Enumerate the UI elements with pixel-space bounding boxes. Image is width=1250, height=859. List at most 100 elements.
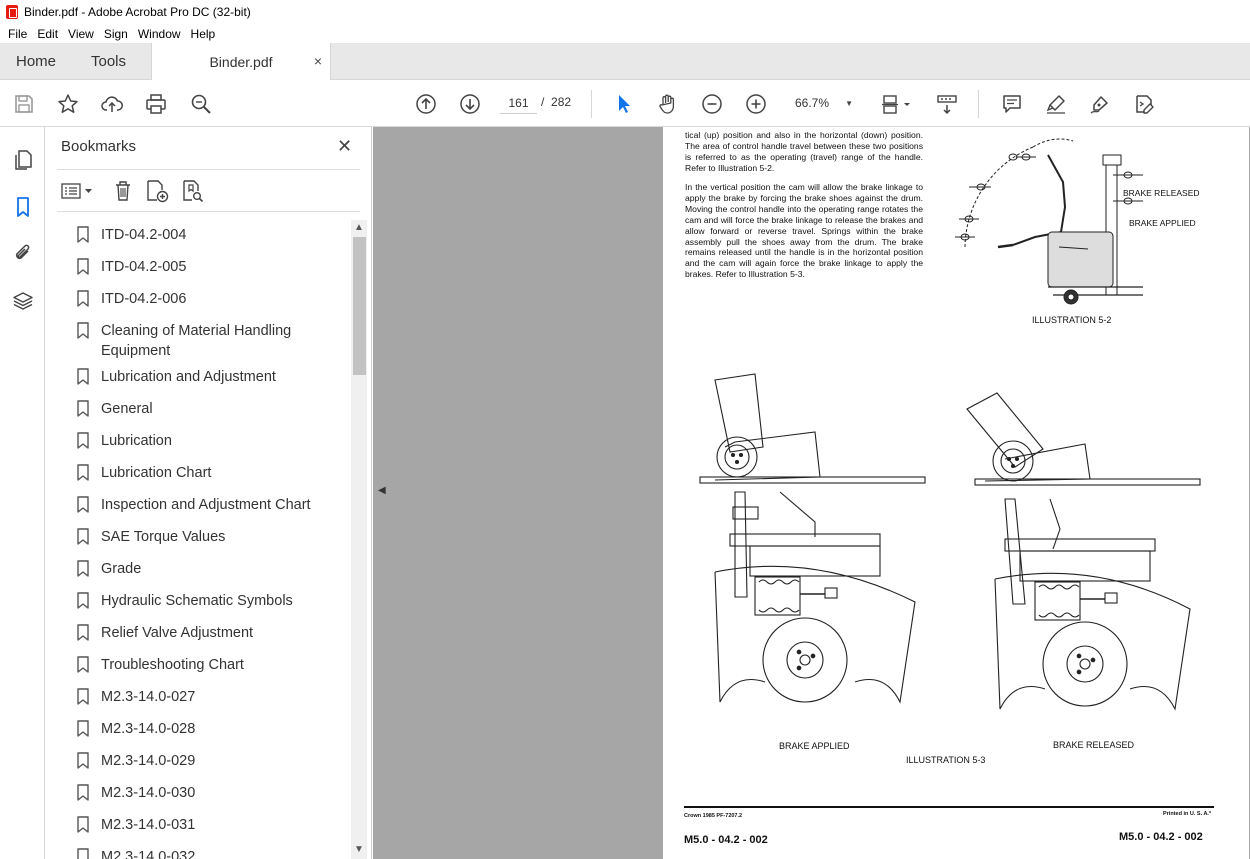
- brake-applied-drawing: [699, 373, 926, 704]
- star-icon[interactable]: [55, 91, 81, 117]
- bookmark-label: Lubrication: [101, 433, 172, 449]
- menu-view[interactable]: View: [63, 27, 99, 41]
- bookmark-icon: [77, 322, 89, 339]
- footer-printed: Printed in U. S. A.*: [1163, 811, 1212, 817]
- bookmark-item[interactable]: M2.3-14.0-030: [77, 783, 347, 803]
- bookmark-item[interactable]: Lubrication Chart: [77, 463, 347, 483]
- highlight-pen-icon[interactable]: [1043, 91, 1069, 117]
- bookmark-options-icon[interactable]: [61, 179, 95, 203]
- upload-cloud-icon[interactable]: [99, 91, 125, 117]
- scroll-up-arrow-icon[interactable]: ▲: [354, 222, 364, 233]
- bookmarks-title: Bookmarks: [61, 138, 137, 155]
- tab-tools[interactable]: Tools: [75, 43, 151, 80]
- tab-document[interactable]: Binder.pdf ×: [151, 43, 331, 81]
- bookmark-label: ITD-04.2-004: [101, 227, 187, 243]
- scroll-down-arrow-icon[interactable]: ▼: [354, 844, 364, 855]
- close-icon[interactable]: ✕: [337, 136, 352, 157]
- menu-help[interactable]: Help: [186, 27, 221, 41]
- window-title: Binder.pdf - Adobe Acrobat Pro DC (32-bi…: [24, 5, 251, 19]
- title-bar: Binder.pdf - Adobe Acrobat Pro DC (32-bi…: [0, 0, 1250, 24]
- caption-illustration-5-2: ILLUSTRATION 5-2: [1032, 315, 1112, 325]
- caption-brake-released: BRAKE RELEASED: [1053, 740, 1135, 750]
- tab-bar: Home Tools Binder.pdf ×: [0, 43, 1250, 81]
- menu-edit[interactable]: Edit: [32, 27, 63, 41]
- sign-pen-icon[interactable]: [1087, 91, 1113, 117]
- bookmark-item[interactable]: ITD-04.2-004: [77, 225, 347, 245]
- bookmark-icon: [77, 624, 89, 641]
- attachments-icon[interactable]: [10, 240, 36, 266]
- edit-pdf-icon[interactable]: [1131, 91, 1157, 117]
- bookmark-item[interactable]: Troubleshooting Chart: [77, 655, 347, 675]
- bookmark-icon: [77, 528, 89, 545]
- bookmark-item[interactable]: M2.3-14.0-029: [77, 751, 347, 771]
- menu-sign[interactable]: Sign: [99, 27, 133, 41]
- save-icon[interactable]: [11, 91, 37, 117]
- collapse-panel-arrow-icon[interactable]: ◀: [378, 485, 386, 496]
- caption-brake-applied: BRAKE APPLIED: [779, 741, 850, 751]
- bookmark-item[interactable]: M2.3-14.0-031: [77, 815, 347, 835]
- bookmark-label: M2.3-14.0-030: [101, 785, 196, 801]
- menu-window[interactable]: Window: [133, 27, 186, 41]
- bookmark-icon: [77, 464, 89, 481]
- page-thumbnails-icon[interactable]: [10, 147, 36, 173]
- bookmark-item[interactable]: Lubrication and Adjustment: [77, 367, 347, 387]
- bookmark-icon: [77, 400, 89, 417]
- tab-close-icon[interactable]: ×: [314, 53, 322, 69]
- hand-tool-icon[interactable]: [655, 91, 681, 117]
- bookmark-item[interactable]: Inspection and Adjustment Chart: [77, 495, 347, 515]
- bookmark-item[interactable]: Grade: [77, 559, 347, 579]
- page-count: / 282: [541, 95, 571, 109]
- bookmark-item[interactable]: ITD-04.2-006: [77, 289, 347, 309]
- legend-brake-released: BRAKE RELEASED: [1123, 188, 1200, 198]
- bookmark-item[interactable]: Cleaning of Material Handling Equipment: [77, 321, 347, 361]
- bookmark-item[interactable]: Relief Valve Adjustment: [77, 623, 347, 643]
- bookmark-label: Troubleshooting Chart: [101, 657, 244, 673]
- bookmark-item[interactable]: ITD-04.2-005: [77, 257, 347, 277]
- page-number-input[interactable]: [500, 92, 537, 114]
- pdf-page: tical (up) position and also in the hori…: [663, 127, 1249, 859]
- print-icon[interactable]: [143, 91, 169, 117]
- bookmark-icon: [77, 848, 89, 859]
- document-viewport[interactable]: ◀ tical (up) position and also in the ho…: [373, 127, 1250, 859]
- bookmark-item[interactable]: SAE Torque Values: [77, 527, 347, 547]
- zoom-out-icon[interactable]: [699, 91, 725, 117]
- next-page-icon[interactable]: [457, 91, 483, 117]
- comment-icon[interactable]: [999, 91, 1025, 117]
- chevron-down-icon: ▼: [845, 98, 853, 108]
- bookmark-item[interactable]: M2.3-14.0-032: [77, 847, 347, 859]
- scroll-thumb[interactable]: [353, 237, 366, 375]
- layers-icon[interactable]: [10, 288, 36, 314]
- bookmark-icon: [77, 656, 89, 673]
- find-bookmark-icon[interactable]: [181, 179, 205, 203]
- bookmark-icon: [77, 258, 89, 275]
- bookmark-icon: [77, 784, 89, 801]
- body-paragraph: In the vertical position the cam will al…: [685, 182, 923, 280]
- tab-home[interactable]: Home: [0, 43, 75, 80]
- bookmark-item[interactable]: Hydraulic Schematic Symbols: [77, 591, 347, 611]
- bookmark-label: M2.3-14.0-028: [101, 721, 196, 737]
- bookmark-icon: [77, 496, 89, 513]
- new-bookmark-icon[interactable]: [145, 179, 169, 203]
- zoom-level-select[interactable]: 66.7% ▼: [789, 92, 859, 114]
- main-toolbar: / 282 66.7% ▼: [0, 80, 1250, 127]
- footer-doc-number-left: M5.0 - 04.2 - 002: [684, 834, 768, 846]
- illustration-5-2-drawing: [955, 138, 1143, 305]
- bookmark-label: Relief Valve Adjustment: [101, 625, 254, 641]
- find-zoom-icon[interactable]: [188, 91, 214, 117]
- brake-released-drawing: [966, 392, 1201, 711]
- previous-page-icon[interactable]: [413, 91, 439, 117]
- bookmarks-icon[interactable]: [10, 194, 36, 220]
- bookmarks-scrollbar[interactable]: ▲ ▼: [351, 220, 367, 859]
- bookmark-label: M2.3-14.0-027: [101, 689, 196, 705]
- bookmark-item[interactable]: General: [77, 399, 347, 419]
- select-cursor-icon[interactable]: [611, 91, 637, 117]
- bookmarks-panel: Bookmarks ✕ ITD-04.2-004 ITD-04.2-005 IT…: [45, 127, 372, 859]
- zoom-in-icon[interactable]: [743, 91, 769, 117]
- delete-bookmark-icon[interactable]: [113, 179, 133, 203]
- scroll-mode-icon[interactable]: [934, 91, 960, 117]
- bookmark-item[interactable]: M2.3-14.0-028: [77, 719, 347, 739]
- bookmark-item[interactable]: Lubrication: [77, 431, 347, 451]
- menu-file[interactable]: File: [3, 27, 32, 41]
- page-display-icon[interactable]: [877, 91, 913, 117]
- bookmark-item[interactable]: M2.3-14.0-027: [77, 687, 347, 707]
